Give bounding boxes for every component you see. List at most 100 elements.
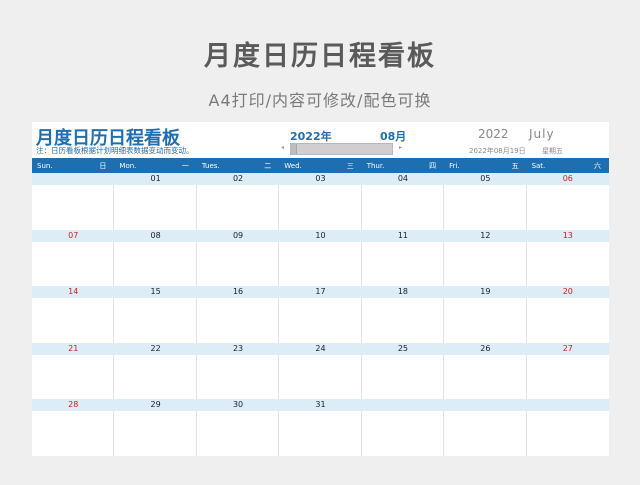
- day-cell[interactable]: [32, 354, 115, 400]
- day-number: 12: [480, 230, 491, 240]
- day-cell[interactable]: [32, 185, 115, 230]
- weekday-wed: Wed. 三: [279, 158, 361, 173]
- date-band: 07 08 09 10 11 12 13: [32, 229, 609, 242]
- weekday-cn: 三: [346, 161, 354, 170]
- day-cell[interactable]: [114, 241, 197, 287]
- weekday-en: Sun.: [37, 161, 53, 170]
- year-selector[interactable]: 2022年: [290, 128, 332, 144]
- weekday-mon: Mon. 一: [114, 158, 196, 173]
- day-number: 24: [315, 343, 326, 353]
- day-number: 26: [480, 343, 491, 353]
- day-cell[interactable]: [362, 185, 445, 230]
- day-cell[interactable]: [114, 298, 197, 343]
- weekday-cn: 六: [594, 161, 601, 170]
- hero-title: 月度日历日程看板: [204, 41, 436, 72]
- day-number: 25: [397, 343, 409, 353]
- day-cell[interactable]: [279, 411, 362, 456]
- day-number: 16: [232, 287, 244, 297]
- day-cell[interactable]: [444, 298, 527, 343]
- day-cell[interactable]: [32, 411, 115, 456]
- weekday-fri: Fri. 五: [444, 158, 526, 173]
- day-cell[interactable]: [362, 241, 445, 287]
- day-number: 08: [150, 230, 161, 240]
- day-number: 30: [232, 400, 244, 410]
- weekday-en: Fri.: [449, 161, 460, 170]
- day-number: 07: [68, 230, 79, 240]
- day-cell[interactable]: [279, 298, 362, 343]
- calendar-sheet: 月度日历日程看板 注：日历看板根据计划明细表数据变动而变动。 2022年 08月…: [32, 122, 609, 456]
- day-cells: [32, 298, 609, 343]
- day-number: 02: [232, 174, 244, 183]
- day-cell[interactable]: [197, 241, 280, 287]
- day-cell[interactable]: [197, 185, 280, 230]
- day-cell[interactable]: [527, 185, 609, 230]
- weekday-en: Mon.: [119, 161, 137, 170]
- day-cell[interactable]: [444, 354, 527, 400]
- weekday-en: Tues.: [201, 161, 220, 170]
- month-selector[interactable]: 08月: [380, 128, 406, 144]
- date-band: 14 15 16 17 18 19 20: [32, 286, 609, 299]
- day-cell[interactable]: [197, 298, 280, 343]
- day-cell[interactable]: [114, 185, 197, 230]
- day-cell[interactable]: [527, 411, 609, 456]
- right-arrow-icon[interactable]: ▸: [399, 144, 402, 151]
- scrollbar-thumb[interactable]: [291, 144, 297, 154]
- day-number: 01: [150, 174, 161, 183]
- day-number: 20: [562, 287, 573, 297]
- weekday-header: Sun. 日 Mon. 一 Tues. 二 Wed. 三 Thur. 四 Fri. 五 Sa…: [32, 158, 609, 173]
- day-number: 29: [150, 400, 161, 410]
- week-row: 07 08 09 10 11 12 13: [32, 229, 609, 287]
- day-number: 06: [562, 174, 573, 183]
- day-cells: [32, 354, 609, 400]
- day-number: 17: [315, 287, 326, 297]
- weekday-cn: 日: [99, 161, 107, 170]
- day-cell[interactable]: [114, 411, 197, 456]
- weekday-cn: 四: [429, 161, 437, 170]
- day-cell[interactable]: [32, 241, 115, 287]
- day-cell[interactable]: [32, 298, 115, 343]
- day-number: 23: [232, 343, 244, 353]
- day-cell[interactable]: [362, 411, 445, 456]
- calendar-note: 注：日历看板根据计划明细表数据变动而变动。: [36, 146, 194, 155]
- date-band: 28 29 30 31: [32, 399, 609, 412]
- day-number: 11: [397, 230, 409, 240]
- day-cell[interactable]: [279, 185, 362, 230]
- day-cell[interactable]: [444, 241, 527, 287]
- day-number: [444, 399, 526, 411]
- day-cell[interactable]: [114, 354, 197, 400]
- left-arrow-icon[interactable]: ◂: [281, 144, 284, 151]
- day-cell[interactable]: [197, 411, 280, 456]
- year-label-en: 2022: [478, 127, 509, 141]
- day-cell[interactable]: [527, 355, 609, 400]
- calendar-weeks: 01 02 03 04 05 06 07 08 09 10 11 12 13 1…: [32, 173, 609, 456]
- day-cell[interactable]: [279, 241, 362, 287]
- weekday-sun: Sun. 日: [32, 158, 114, 173]
- month-scrollbar[interactable]: ◂ ▸: [281, 143, 402, 155]
- day-cell[interactable]: [444, 185, 527, 230]
- day-cell[interactable]: [279, 354, 362, 400]
- day-number: 31: [315, 400, 326, 410]
- day-cell[interactable]: [197, 354, 280, 400]
- day-number: [362, 399, 444, 411]
- day-number: 05: [480, 174, 491, 183]
- week-row: 21 22 23 24 25 26 27: [32, 342, 609, 400]
- day-number: [32, 173, 114, 185]
- today-date: 2022年08月19日: [469, 147, 526, 155]
- weekday-sat: Sat. 六: [527, 158, 609, 173]
- day-number: 10: [315, 230, 326, 240]
- day-cell[interactable]: [362, 298, 445, 343]
- weekday-cn: 二: [264, 161, 272, 170]
- week-row: 14 15 16 17 18 19 20: [32, 286, 609, 343]
- today-weekday: 星期五: [542, 147, 563, 155]
- day-cells: [32, 411, 609, 456]
- day-cell[interactable]: [444, 411, 527, 456]
- hero-subtitle: A4打印/内容可修改/配色可换: [208, 91, 432, 110]
- day-number: 04: [397, 174, 409, 183]
- day-cell[interactable]: [527, 242, 609, 287]
- day-cells: [32, 241, 609, 287]
- day-number: 09: [232, 230, 244, 240]
- day-cell[interactable]: [362, 354, 445, 400]
- day-cell[interactable]: [527, 298, 609, 343]
- week-row: 28 29 30 31: [32, 399, 609, 456]
- day-cells: [32, 185, 609, 230]
